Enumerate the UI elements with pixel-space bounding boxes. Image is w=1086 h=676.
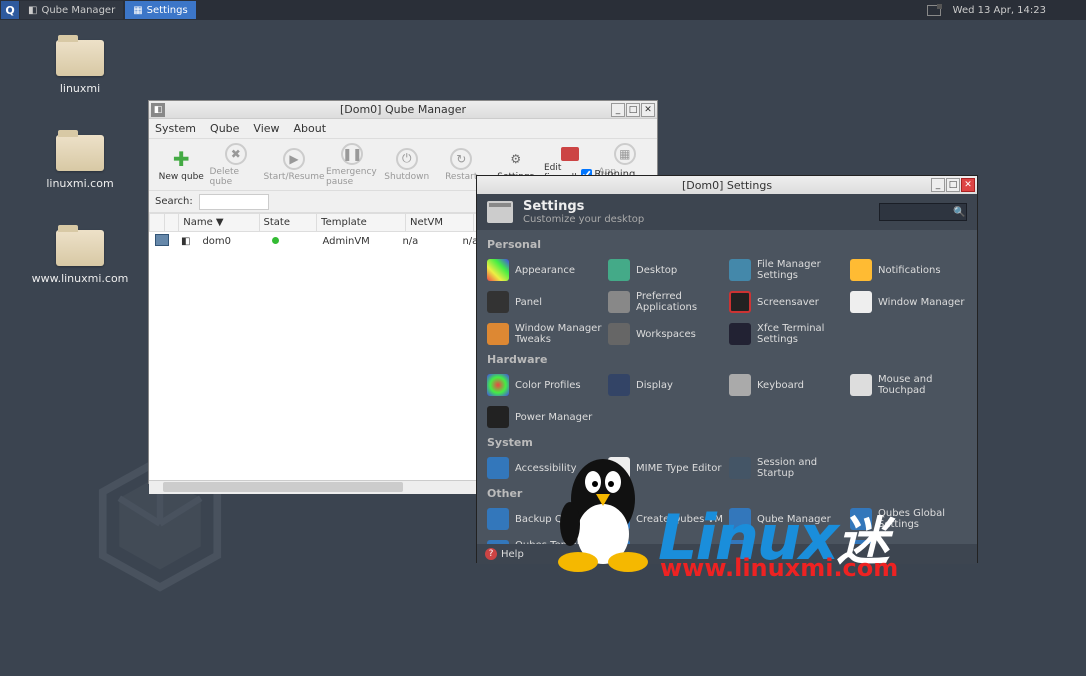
folder-icon — [56, 230, 104, 266]
folder-icon — [56, 135, 104, 171]
help-button[interactable]: Help — [501, 549, 524, 560]
settings-title: Settings — [523, 199, 644, 214]
setting-display[interactable]: Display — [608, 370, 725, 400]
setting-preferred-applications[interactable]: Preferred Applications — [608, 287, 725, 317]
qube-type-icon: ◧ — [181, 236, 190, 247]
toolbar-shutdown: ⏻Shutdown — [381, 141, 434, 189]
maximize-button[interactable]: □ — [626, 103, 640, 117]
column-header[interactable]: Template — [317, 214, 406, 232]
tux-icon — [548, 444, 658, 574]
ic-mouse-icon — [850, 374, 872, 396]
setting-desktop[interactable]: Desktop — [608, 255, 725, 285]
search-icon: 🔍 — [950, 207, 968, 218]
desktop-folder[interactable]: linuxmi.com — [35, 135, 125, 190]
ic-appearance-icon — [487, 259, 509, 281]
close-button[interactable]: ✕ — [641, 103, 655, 117]
setting-power-manager[interactable]: Power Manager — [487, 402, 604, 432]
menu-system[interactable]: System — [155, 122, 196, 135]
setting-color-profiles[interactable]: Color Profiles — [487, 370, 604, 400]
minimize-button[interactable]: _ — [611, 103, 625, 117]
ic-winmgr-icon — [850, 291, 872, 313]
desktop-folder[interactable]: www.linuxmi.com — [35, 230, 125, 285]
qwin-menubar: System Qube View About — [149, 119, 657, 139]
category-personal: Personal — [487, 238, 967, 251]
watermark-url: www.linuxmi.com — [660, 554, 898, 582]
ic-workspaces-icon — [608, 323, 630, 345]
column-header[interactable] — [150, 214, 165, 232]
setting-panel[interactable]: Panel — [487, 287, 604, 317]
ic-qube-icon — [487, 508, 509, 530]
ic-power-icon — [487, 406, 509, 428]
minimize-button[interactable]: _ — [931, 178, 945, 192]
toolbar-delete-qube: ✖Delete qube — [210, 141, 263, 189]
start-button[interactable]: Q — [1, 1, 19, 19]
menu-qube[interactable]: Qube — [210, 122, 239, 135]
menu-view[interactable]: View — [253, 122, 279, 135]
settings-header-icon — [487, 201, 513, 223]
qwin-titlebar[interactable]: ◧ [Dom0] Qube Manager _ □ ✕ — [149, 101, 657, 119]
setting-file-manager-settings[interactable]: File Manager Settings — [729, 255, 846, 285]
setting-xfce-terminal-settings[interactable]: Xfce Terminal Settings — [729, 319, 846, 349]
desktop: linuxmi linuxmi.com www.linuxmi.com — [35, 40, 125, 325]
settings-search-input[interactable] — [880, 207, 950, 218]
menu-about[interactable]: About — [294, 122, 327, 135]
column-header[interactable] — [164, 214, 179, 232]
search-input[interactable] — [199, 194, 269, 210]
taskbar: Q ◧ Qube Manager ▦ Settings Wed 13 Apr, … — [0, 0, 1086, 20]
folder-label: www.linuxmi.com — [32, 272, 129, 285]
desktop-folder[interactable]: linuxmi — [35, 40, 125, 95]
settings-icon: ▦ — [133, 5, 142, 16]
qube-icon: ◧ — [28, 5, 37, 16]
ic-screensaver-icon — [729, 291, 751, 313]
folder-icon — [56, 40, 104, 76]
ic-terminal-icon — [729, 323, 751, 345]
setting-notifications[interactable]: Notifications — [850, 255, 967, 285]
settings-search[interactable]: 🔍 — [879, 203, 967, 221]
help-icon: ? — [485, 548, 497, 560]
toolbar-emergency-pause: ❚❚Emergency pause — [326, 141, 379, 189]
column-header[interactable]: Name ▼ — [179, 214, 259, 232]
column-header[interactable]: NetVM — [405, 214, 473, 232]
close-button[interactable]: ✕ — [961, 178, 975, 192]
ic-color-icon — [487, 374, 509, 396]
ic-display-icon — [608, 374, 630, 396]
qwin-icon: ◧ — [151, 103, 165, 117]
system-tray: Wed 13 Apr, 14:23 — [927, 5, 1086, 16]
workspace-switcher-icon[interactable] — [927, 5, 941, 16]
category-hardware: Hardware — [487, 353, 967, 366]
ic-filemgr-icon — [729, 259, 751, 281]
ic-wmtweaks-icon — [487, 323, 509, 345]
setting-window-manager[interactable]: Window Manager — [850, 287, 967, 317]
setting-keyboard[interactable]: Keyboard — [729, 370, 846, 400]
ic-panel-icon — [487, 291, 509, 313]
ic-keyboard-icon — [729, 374, 751, 396]
state-running-icon — [272, 237, 279, 244]
task-settings[interactable]: ▦ Settings — [125, 1, 195, 19]
ic-desktop-icon — [608, 259, 630, 281]
vm-icon — [155, 234, 169, 246]
column-header[interactable]: State — [259, 214, 317, 232]
ic-access-icon — [487, 457, 509, 479]
toolbar-new-qube[interactable]: ✚New qube — [155, 141, 208, 189]
ic-qube-icon — [487, 540, 509, 544]
folder-label: linuxmi — [60, 82, 100, 95]
swin-header: Settings Customize your desktop 🔍 — [477, 194, 977, 230]
setting-screensaver[interactable]: Screensaver — [729, 287, 846, 317]
toolbar-start-resume: ▶Start/Resume — [264, 141, 324, 189]
setting-workspaces[interactable]: Workspaces — [608, 319, 725, 349]
maximize-button[interactable]: □ — [946, 178, 960, 192]
settings-subtitle: Customize your desktop — [523, 214, 644, 225]
clock[interactable]: Wed 13 Apr, 14:23 — [953, 5, 1046, 16]
setting-appearance[interactable]: Appearance — [487, 255, 604, 285]
setting-window-manager-tweaks[interactable]: Window Manager Tweaks — [487, 319, 604, 349]
ic-notif-icon — [850, 259, 872, 281]
ic-prefapp-icon — [608, 291, 630, 313]
task-qube-manager[interactable]: ◧ Qube Manager — [20, 1, 123, 19]
folder-label: linuxmi.com — [46, 177, 113, 190]
setting-mouse-and-touchpad[interactable]: Mouse and Touchpad — [850, 370, 967, 400]
swin-titlebar[interactable]: [Dom0] Settings _ □ ✕ — [477, 176, 977, 194]
